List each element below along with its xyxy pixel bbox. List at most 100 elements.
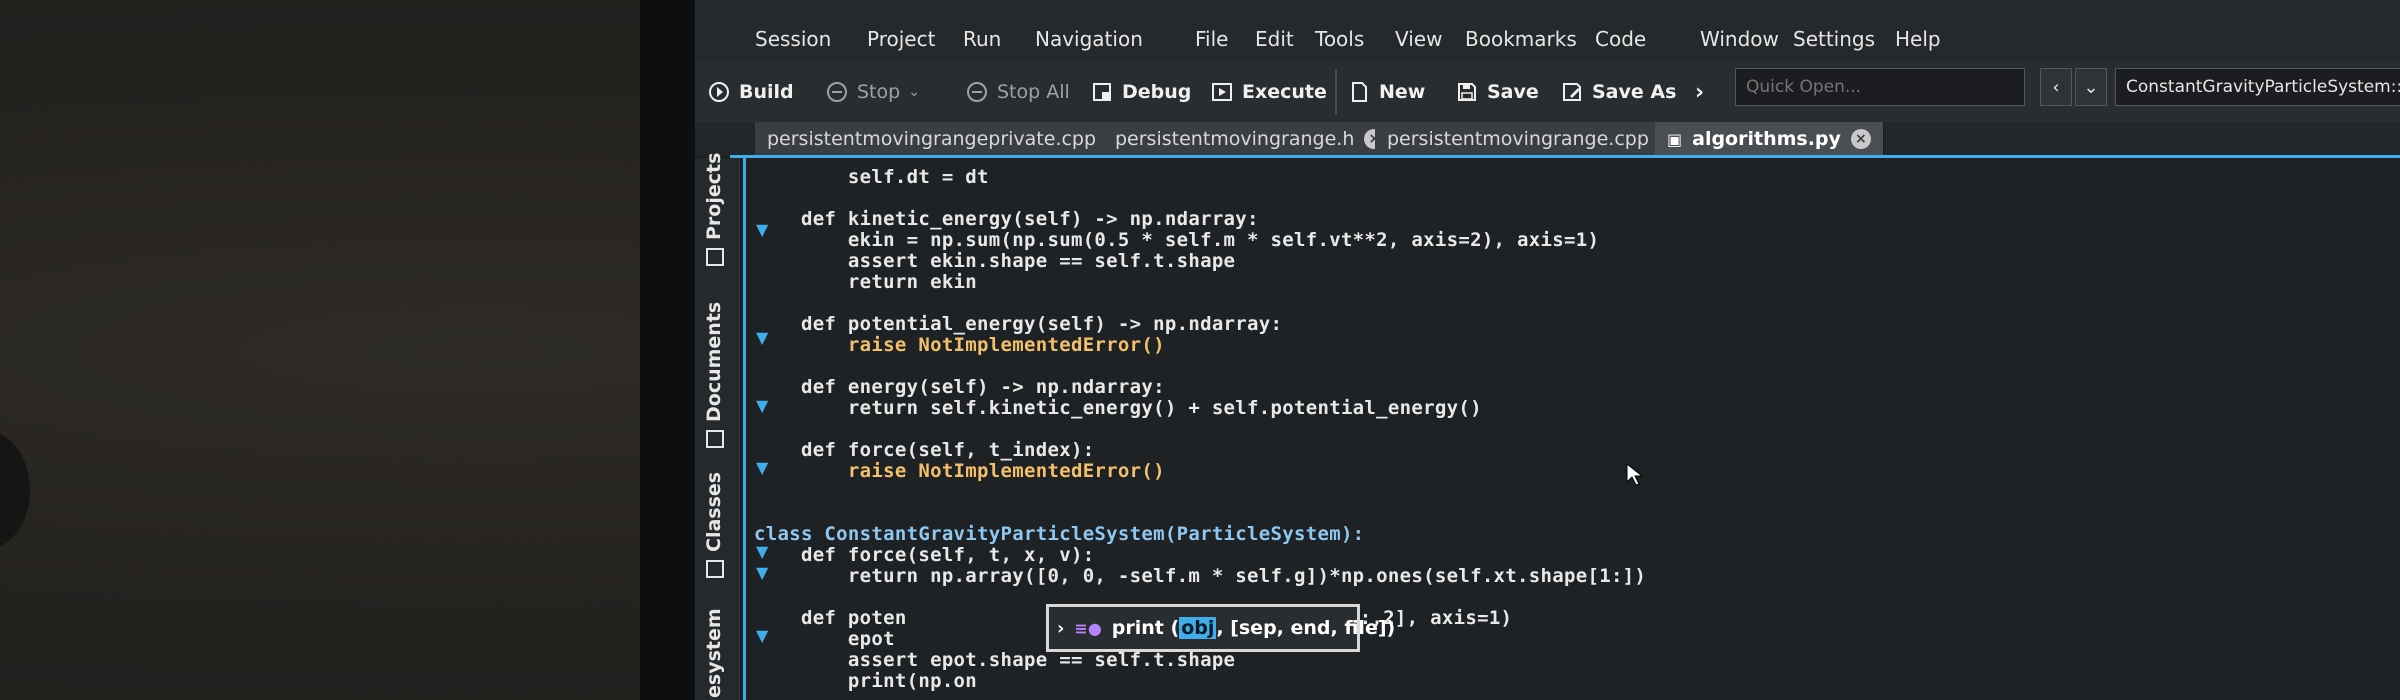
save-as-label: Save As [1592, 81, 1677, 103]
code-line: return ekin [754, 271, 978, 293]
context-selector[interactable]: ConstantGravityParticleSystem::pot [2115, 68, 2400, 106]
completion-popup[interactable]: › ≡● print (obj, [sep, end, file]) [1046, 604, 1395, 652]
chevron-down-icon[interactable]: ⌄ [908, 84, 920, 100]
build-button[interactable]: Build [707, 77, 794, 107]
code-line: def force(self, t_index): [754, 439, 1095, 461]
menu-window[interactable]: Window [1700, 27, 1779, 51]
code-line: self.dt = dt [754, 166, 989, 188]
build-label: Build [739, 81, 794, 103]
tab-label: persistentmovingrange.cpp [1387, 128, 1649, 150]
stop-button[interactable]: Stop ⌄ [825, 77, 920, 107]
menu-bookmarks[interactable]: Bookmarks [1465, 27, 1577, 51]
code-line: ekin = np.sum(np.sum(0.5 * self.m * self… [754, 229, 1600, 251]
code-line: print(np.on [754, 670, 978, 692]
chevron-left-icon: ‹ [2052, 76, 2060, 98]
code-line: return np.array([0, 0, -self.m * self.g]… [754, 565, 1647, 587]
popup-text: print (obj, [sep, end, file]) [1112, 617, 1395, 639]
save-icon [1455, 80, 1479, 104]
code-line: raise NotImplementedError() [754, 460, 1165, 482]
stop-all-icon [965, 80, 989, 104]
toolbar-separator [1335, 70, 1337, 114]
chevron-right-icon: › [1057, 617, 1065, 639]
nav-back-button[interactable]: ‹ [2040, 68, 2072, 106]
new-file-icon [1347, 80, 1371, 104]
stop-label: Stop [857, 81, 901, 103]
menu-project[interactable]: Project [867, 27, 935, 51]
menu-view[interactable]: View [1395, 27, 1442, 51]
build-icon [707, 80, 731, 104]
projects-icon [705, 248, 724, 266]
save-as-button[interactable]: Save As [1560, 77, 1676, 107]
code-line: def force(self, t, x, v): [754, 544, 1095, 566]
debug-button[interactable]: Debug [1090, 77, 1191, 107]
mouse-pointer-icon [1626, 463, 1644, 486]
menu-tools[interactable]: Tools [1315, 27, 1364, 51]
dock-tab-label: Projects [703, 152, 725, 240]
execute-button[interactable]: Execute [1210, 77, 1327, 107]
menu-navigation[interactable]: Navigation [1035, 27, 1143, 51]
dock-tab-documents[interactable]: Documents [703, 302, 725, 448]
code-line: def kinetic_energy(self) -> np.ndarray: [754, 208, 1259, 230]
toolbar-overflow-button[interactable]: › [1695, 77, 1704, 107]
code-editor[interactable]: ▼ ▼ ▼ ▼ ▼ ▼ ▼ self.dt = dt def kinetic_e… [743, 158, 2400, 700]
close-icon[interactable]: × [1850, 129, 1871, 149]
dock-tab-projects[interactable]: Projects [703, 153, 725, 266]
popup-prefix: print ( [1111, 617, 1180, 639]
dock-tab-classes[interactable]: Classes [703, 472, 725, 578]
menu-edit[interactable]: Edit [1255, 27, 1294, 51]
dock-tab-filesystem[interactable]: esystem [703, 608, 725, 698]
ide-window: Session Project Run Navigation File Edit… [695, 0, 2400, 700]
menu-settings[interactable]: Settings [1793, 27, 1875, 51]
code-line: assert ekin.shape == self.t.shape [754, 250, 1236, 272]
toolbar: Build Stop ⌄ Stop All Debug Execute New … [695, 62, 2400, 122]
menu-bar: Session Project Run Navigation File Edit… [695, 0, 2400, 62]
python-file-icon: ▣ [1667, 129, 1683, 149]
execute-label: Execute [1242, 81, 1327, 103]
debug-icon [1090, 80, 1114, 104]
stop-all-button[interactable]: Stop All [965, 77, 1070, 107]
laptop-body: Session Project Run Navigation File Edit… [640, 0, 2400, 700]
code-line: def poten [754, 607, 907, 629]
tab-label: persistentmovingrangeprivate.cpp [767, 128, 1097, 150]
tab-persistentmovingrangeprivate-cpp[interactable]: persistentmovingrangeprivate.cpp × [755, 122, 1140, 156]
function-icon: ≡● [1074, 618, 1102, 638]
debug-label: Debug [1122, 81, 1192, 103]
save-label: Save [1487, 81, 1539, 103]
tab-label: persistentmovingrange.h [1115, 128, 1355, 150]
documents-icon [705, 430, 724, 448]
new-label: New [1379, 81, 1426, 103]
tab-bar: ☰ persistentmovingrangeprivate.cpp × per… [695, 122, 2400, 268]
dock-tab-label: esystem [703, 608, 725, 698]
execute-icon [1210, 80, 1234, 104]
menu-code[interactable]: Code [1595, 27, 1646, 51]
menu-file[interactable]: File [1195, 27, 1228, 51]
tab-label: algorithms.py [1692, 128, 1841, 150]
dock-tab-label: Documents [703, 301, 725, 422]
code-line: def energy(self) -> np.ndarray: [754, 376, 1165, 398]
menu-help[interactable]: Help [1895, 27, 1941, 51]
background-object [0, 430, 30, 550]
nav-dropdown-button[interactable]: ⌄ [2075, 68, 2107, 106]
popup-suffix: , [sep, end, file]) [1216, 617, 1396, 639]
tab-persistentmovingrange-h[interactable]: persistentmovingrange.h × [1103, 122, 1398, 156]
stop-all-label: Stop All [997, 81, 1070, 103]
popup-param: obj [1179, 617, 1217, 639]
menu-session[interactable]: Session [755, 27, 831, 51]
quick-open-input[interactable] [1735, 68, 2025, 106]
chevron-right-icon: › [1695, 79, 1705, 105]
dock-tab-label: Classes [703, 471, 725, 552]
classes-icon [705, 560, 724, 578]
tab-persistentmovingrange-cpp[interactable]: persistentmovingrange.cpp × [1375, 122, 1692, 156]
new-button[interactable]: New [1347, 77, 1425, 107]
code-line: raise NotImplementedError() [754, 334, 1165, 356]
stop-icon [825, 80, 849, 104]
code-line: epot [754, 628, 895, 650]
tab-algorithms-py[interactable]: ▣ algorithms.py × [1655, 122, 1884, 156]
save-as-icon [1560, 80, 1584, 104]
chevron-down-icon: ⌄ [2083, 76, 2099, 98]
code-line: def potential_energy(self) -> np.ndarray… [754, 313, 1283, 335]
code-line: assert epot.shape == self.t.shape [754, 649, 1236, 671]
menu-run[interactable]: Run [963, 27, 1001, 51]
code-line: return self.kinetic_energy() + self.pote… [754, 397, 1482, 419]
save-button[interactable]: Save [1455, 77, 1539, 107]
